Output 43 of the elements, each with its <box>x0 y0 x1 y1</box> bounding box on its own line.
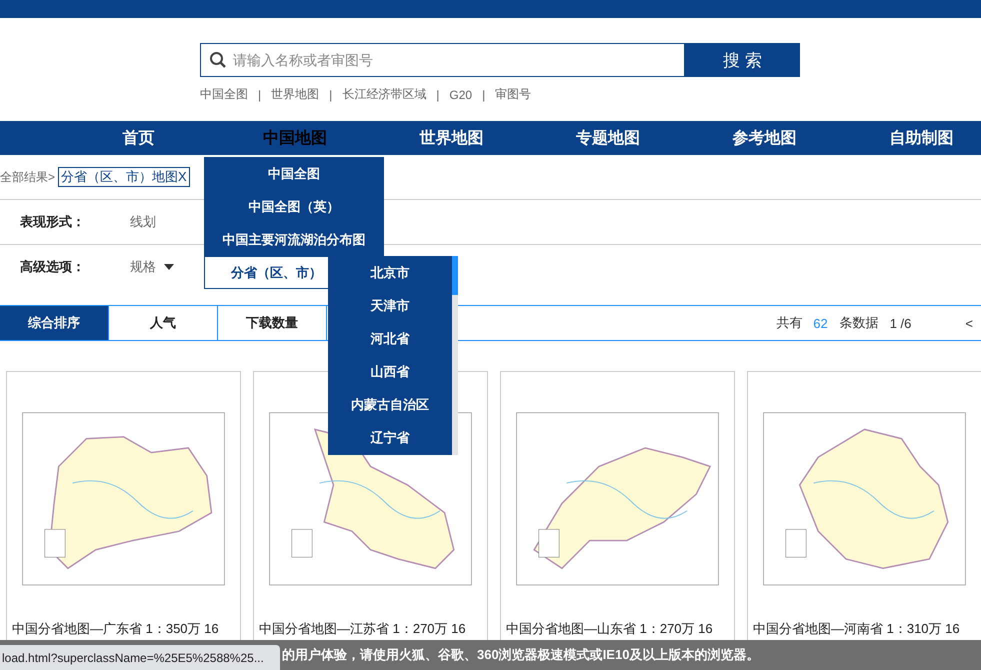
submenu-item[interactable]: 辽宁省 <box>328 421 452 454</box>
submenu-item[interactable]: 河北省 <box>328 322 452 355</box>
status-url: load.html?superclassName=%25E5%2588%25... <box>0 645 280 670</box>
submenu-item[interactable]: 内蒙古自治区 <box>328 388 452 421</box>
sort-tab[interactable]: 综合排序 <box>0 306 109 340</box>
caret-icon[interactable] <box>164 264 174 270</box>
quick-link[interactable]: 中国全图 <box>200 86 248 103</box>
menu-item[interactable]: 中国主要河流湖泊分布图 <box>204 223 384 256</box>
total-count: 62 <box>813 316 828 330</box>
filter-tag[interactable]: 分省（区、市）地图X <box>58 167 190 187</box>
search-button[interactable]: 搜 索 <box>685 43 800 77</box>
quick-link[interactable]: G20 <box>449 88 472 102</box>
nav-item[interactable]: 首页 <box>60 121 217 155</box>
quick-link[interactable]: 审图号 <box>495 86 532 103</box>
menu-item[interactable]: 中国全图 <box>204 157 384 190</box>
prev-page-link[interactable]: < <box>965 316 973 330</box>
card-title[interactable]: 中国分省地图—山东省 1：270万 16 <box>506 620 734 638</box>
nav-item[interactable]: 参考地图 <box>686 121 843 155</box>
link-separator: | <box>436 88 440 102</box>
page-indicator: 1 /6 <box>890 316 912 330</box>
filter-label: 高级选项： <box>19 258 86 276</box>
link-separator: | <box>258 88 262 102</box>
total-label: 共有 <box>776 314 802 332</box>
card-title[interactable]: 中国分省地图—广东省 1：350万 16 <box>12 620 240 638</box>
filter-label: 表现形式： <box>19 213 86 231</box>
filter-option[interactable]: 规格 <box>130 258 156 276</box>
total-suffix: 条数据 <box>840 314 879 332</box>
scrollbar[interactable] <box>452 256 458 455</box>
menu-item[interactable]: 中国全图（英） <box>204 190 384 223</box>
breadcrumb-text: 全部结果> <box>0 168 56 186</box>
search-field[interactable]: 请输入名称或者审图号 <box>200 43 685 77</box>
submenu-item[interactable]: 天津市 <box>328 289 452 322</box>
nav-item[interactable]: 自助制图 <box>842 121 981 155</box>
card-title[interactable]: 中国分省地图—江苏省 1：270万 16 <box>259 620 487 638</box>
filter-option[interactable]: 线划 <box>130 213 156 231</box>
link-separator: | <box>482 88 486 102</box>
quick-link[interactable]: 世界地图 <box>271 86 320 103</box>
nav-item[interactable]: 专题地图 <box>530 121 686 155</box>
nav-item[interactable]: 世界地图 <box>373 121 530 155</box>
card-title[interactable]: 中国分省地图—河南省 1：310万 16 <box>753 620 981 638</box>
quick-link[interactable]: 长江经济带区域 <box>342 86 426 103</box>
search-icon <box>209 51 227 69</box>
link-separator: | <box>329 88 332 102</box>
